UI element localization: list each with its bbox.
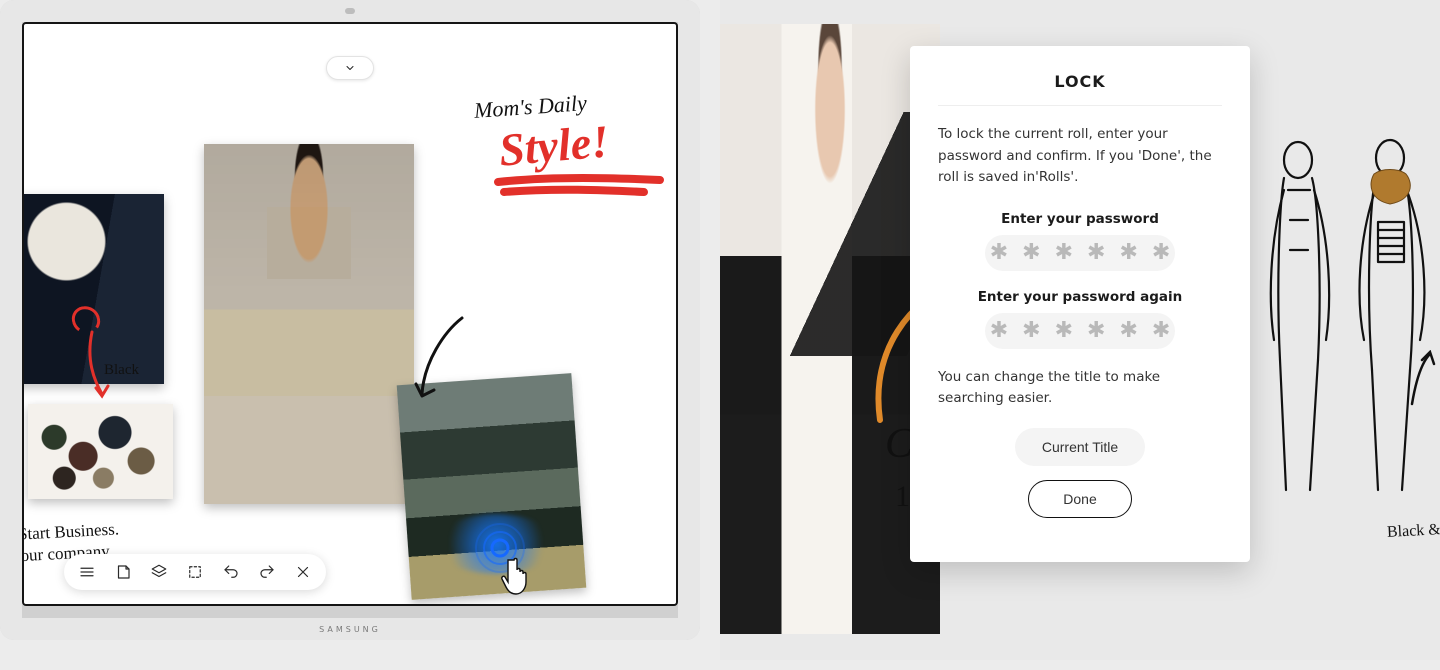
handwriting-black-label: Black — [104, 362, 139, 379]
title-input[interactable]: Current Title — [1015, 428, 1145, 466]
title-input-placeholder: Current Title — [1042, 439, 1118, 455]
sketch-arrow-annotation — [1406, 350, 1436, 410]
close-icon — [294, 563, 312, 581]
tool-close-button[interactable] — [294, 563, 312, 581]
tool-layers-button[interactable] — [150, 563, 168, 581]
image-buttons[interactable] — [28, 404, 173, 499]
marquee-select-icon — [186, 563, 204, 581]
dialog-description: To lock the current roll, enter your pas… — [938, 124, 1222, 189]
tool-undo-button[interactable] — [222, 563, 240, 581]
flip-device-frame: Mom's Daily Style! Black Start Business. — [0, 0, 700, 640]
right-screen: C 1 — [720, 0, 1440, 660]
lock-dialog: LOCK To lock the current roll, enter you… — [910, 46, 1250, 562]
password-input[interactable]: ✱✱✱✱✱✱ — [985, 235, 1175, 271]
tool-menu-button[interactable] — [78, 563, 96, 581]
dialog-divider — [938, 105, 1222, 106]
password-confirm-label: Enter your password again — [938, 289, 1222, 305]
whiteboard-canvas[interactable]: Mom's Daily Style! Black Start Business. — [24, 24, 676, 604]
canvas-toolbar — [64, 554, 326, 590]
fashion-sketches — [1240, 130, 1440, 520]
red-underline-stroke — [494, 174, 664, 200]
device-brand-label: SAMSUNG — [319, 625, 381, 634]
tool-note-button[interactable] — [114, 563, 132, 581]
handwriting-sketch-label: Black & co — [1387, 520, 1440, 542]
handwriting-number: 1 — [895, 480, 910, 514]
handwriting-cursive-letter: C — [885, 420, 913, 468]
device-sensor — [345, 8, 355, 14]
image-man-cardigan[interactable] — [204, 144, 414, 504]
redo-icon — [258, 563, 276, 581]
handwriting-title-line2: Style! — [497, 114, 611, 176]
flip-screen[interactable]: Mom's Daily Style! Black Start Business. — [22, 22, 678, 606]
tool-select-button[interactable] — [186, 563, 204, 581]
note-icon — [114, 563, 132, 581]
done-button-label: Done — [1063, 491, 1096, 507]
undo-icon — [222, 563, 240, 581]
tool-redo-button[interactable] — [258, 563, 276, 581]
dialog-title: LOCK — [938, 72, 1222, 91]
hand-cursor-icon — [500, 554, 536, 598]
menu-icon — [78, 563, 96, 581]
ink-arrow-annotation — [414, 312, 474, 402]
done-button[interactable]: Done — [1028, 480, 1132, 518]
password-confirm-input[interactable]: ✱✱✱✱✱✱ — [985, 313, 1175, 349]
layers-icon — [150, 563, 168, 581]
password-label: Enter your password — [938, 211, 1222, 227]
dialog-hint: You can change the title to make searchi… — [938, 367, 1222, 410]
